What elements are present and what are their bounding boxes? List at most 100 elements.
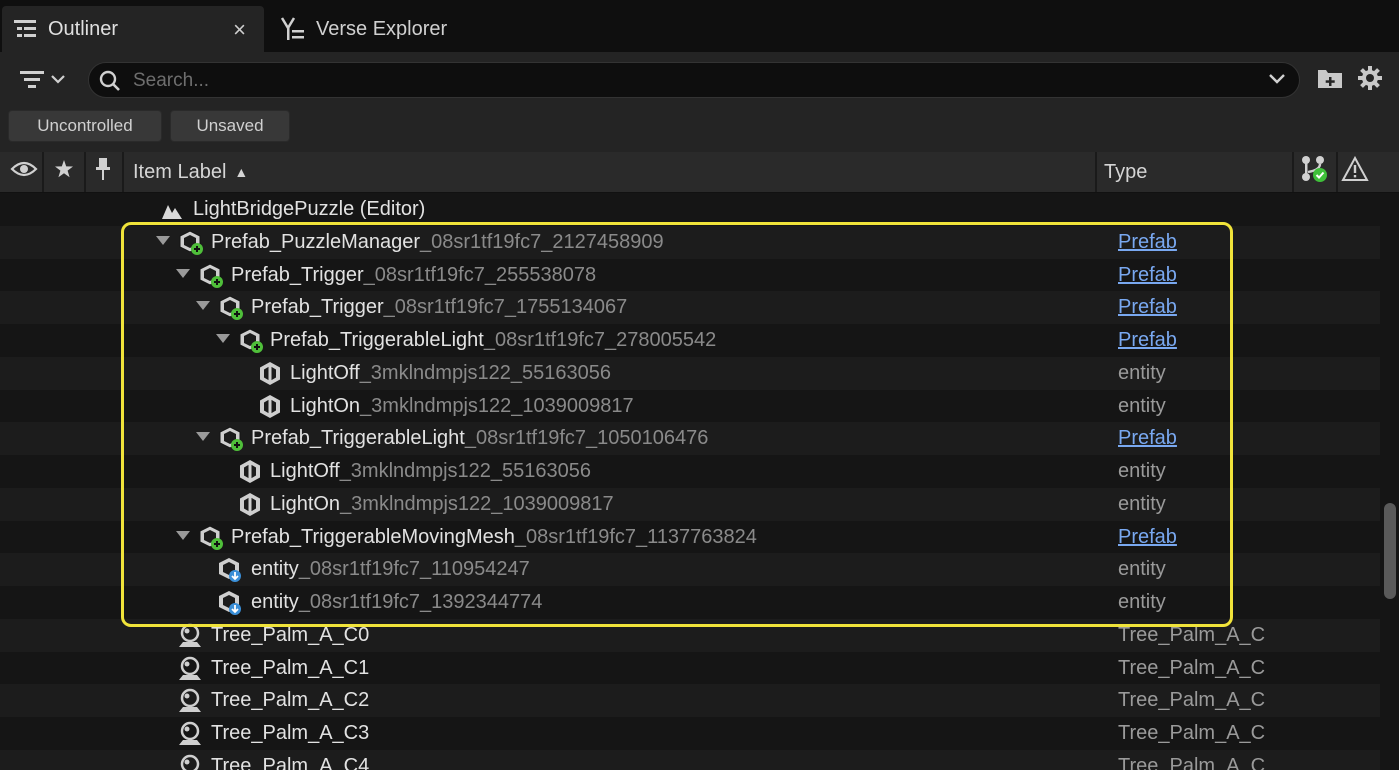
expand-arrow-icon[interactable] bbox=[216, 334, 230, 343]
pin-column[interactable] bbox=[94, 152, 112, 192]
tab-bar: Outliner × Verse Explorer bbox=[0, 0, 1399, 52]
type-text: entity bbox=[1118, 460, 1166, 482]
pin-icon bbox=[94, 157, 112, 187]
tree-row-entity[interactable]: LightOff_3mklndmpjs122_55163056 entity bbox=[0, 455, 1380, 488]
tree-row-label: Tree_Palm_A_C4 bbox=[211, 754, 370, 770]
add-folder-button[interactable] bbox=[1316, 66, 1344, 94]
warning-icon bbox=[1341, 155, 1369, 188]
column-header: Item Label ▲ Type bbox=[0, 152, 1399, 193]
tab-outliner[interactable]: Outliner × bbox=[2, 6, 264, 52]
search-bar bbox=[88, 62, 1300, 98]
filter-chip-uncontrolled[interactable]: Uncontrolled bbox=[8, 110, 162, 142]
tree-row-label: Tree_Palm_A_C0 bbox=[211, 623, 370, 646]
type-text: entity bbox=[1118, 492, 1166, 515]
visibility-column[interactable] bbox=[10, 152, 38, 192]
gear-icon bbox=[1357, 65, 1383, 96]
level-icon bbox=[160, 197, 186, 223]
search-icon bbox=[97, 69, 123, 98]
tree-row-label: LightOff_3mklndmpjs122_55163056 bbox=[290, 361, 611, 384]
search-options-chevron-icon[interactable] bbox=[1267, 71, 1287, 92]
tree-row-prefab[interactable]: Prefab_Trigger_08sr1tf19fc7_1755134067 P… bbox=[0, 291, 1380, 324]
type-text: Tree_Palm_A_C bbox=[1118, 689, 1266, 712]
tree-row-label: Prefab_Trigger_08sr1tf19fc7_255538078 bbox=[231, 263, 597, 286]
tree-row-entity[interactable]: LightOn_3mklndmpjs122_1039009817 entity bbox=[0, 389, 1380, 423]
star-icon bbox=[54, 159, 74, 185]
tree-row-entity[interactable]: entity_08sr1tf19fc7_1392344774 entity bbox=[0, 586, 1380, 619]
expand-arrow-icon[interactable] bbox=[196, 301, 210, 311]
tree-row-prefab[interactable]: Prefab_TriggerableLight_08sr1tf19fc7_105… bbox=[0, 422, 1380, 455]
filter-chip-unsaved[interactable]: Unsaved bbox=[170, 110, 290, 142]
type-text: entity bbox=[1118, 558, 1166, 581]
expand-arrow-icon[interactable] bbox=[156, 235, 170, 245]
tree-row-level[interactable]: LightBridgePuzzle (Editor) bbox=[0, 193, 1380, 226]
actor-icon bbox=[177, 754, 203, 770]
type-link[interactable]: Prefab bbox=[1118, 521, 1177, 554]
type-link[interactable]: Prefab bbox=[1118, 226, 1177, 259]
expand-arrow-icon[interactable] bbox=[176, 530, 190, 540]
type-link[interactable]: Prefab bbox=[1118, 324, 1177, 357]
settings-button[interactable] bbox=[1356, 65, 1384, 96]
tab-verse-explorer[interactable]: Verse Explorer bbox=[270, 6, 510, 52]
tree-row-prefab[interactable]: Prefab_TriggerableLight_08sr1tf19fc7_278… bbox=[0, 324, 1380, 357]
tree-row-entity[interactable]: entity_08sr1tf19fc7_110954247 entity bbox=[0, 553, 1380, 586]
tree-row-label: Tree_Palm_A_C2 bbox=[211, 689, 370, 712]
type-link[interactable]: Prefab bbox=[1118, 422, 1177, 455]
source-control-icon bbox=[1300, 155, 1328, 189]
tree-row-label: Prefab_Trigger_08sr1tf19fc7_1755134067 bbox=[251, 296, 628, 319]
tree-row-prefab[interactable]: Prefab_Trigger_08sr1tf19fc7_255538078 Pr… bbox=[0, 258, 1380, 292]
tree-row-label: Prefab_PuzzleManager_08sr1tf19fc7_212745… bbox=[211, 230, 664, 253]
search-input[interactable] bbox=[131, 67, 1235, 95]
tree-row-actor[interactable]: Tree_Palm_A_C3 Tree_Palm_A_C bbox=[0, 717, 1380, 750]
type-text: entity bbox=[1118, 394, 1166, 417]
tree-row-actor[interactable]: Tree_Palm_A_C0 Tree_Palm_A_C bbox=[0, 618, 1380, 652]
outliner-toolbar: Uncontrolled Unsaved bbox=[0, 52, 1399, 152]
type-header-text: Type bbox=[1104, 160, 1148, 183]
warnings-column[interactable] bbox=[1341, 152, 1369, 192]
actor-icon bbox=[177, 656, 203, 682]
type-text: Tree_Palm_A_C bbox=[1118, 623, 1266, 646]
tree-row-label: LightOff_3mklndmpjs122_55163056 bbox=[270, 460, 591, 482]
favorite-column[interactable] bbox=[54, 152, 74, 192]
actor-icon bbox=[177, 688, 203, 714]
type-column-header[interactable]: Type bbox=[1104, 152, 1147, 192]
scrollbar-thumb[interactable] bbox=[1384, 503, 1396, 599]
source-control-column[interactable] bbox=[1300, 152, 1328, 192]
type-text: Tree_Palm_A_C bbox=[1118, 754, 1266, 770]
type-text: Tree_Palm_A_C bbox=[1118, 722, 1266, 744]
tree-row-entity[interactable]: LightOn_3mklndmpjs122_1039009817 entity bbox=[0, 487, 1380, 521]
tree-row-label: LightBridgePuzzle (Editor) bbox=[193, 198, 426, 220]
actor-icon bbox=[177, 623, 203, 649]
vertical-scrollbar[interactable] bbox=[1381, 193, 1399, 770]
verse-explorer-icon bbox=[280, 16, 306, 42]
tree-row-actor[interactable]: Tree_Palm_A_C2 Tree_Palm_A_C bbox=[0, 684, 1380, 717]
tree-row-label: entity_08sr1tf19fc7_110954247 bbox=[251, 558, 530, 581]
tree-row-actor[interactable]: Tree_Palm_A_C4 Tree_Palm_A_C bbox=[0, 749, 1380, 770]
sort-ascending-icon: ▲ bbox=[234, 164, 249, 180]
tree-row-prefab[interactable]: Prefab_PuzzleManager_08sr1tf19fc7_212745… bbox=[0, 225, 1380, 259]
close-icon[interactable]: × bbox=[233, 17, 246, 43]
type-link[interactable]: Prefab bbox=[1118, 259, 1177, 292]
filter-icon bbox=[18, 68, 46, 95]
mesh-entity-icon bbox=[217, 557, 243, 583]
expand-arrow-icon[interactable] bbox=[196, 432, 210, 442]
tree-row-label: Tree_Palm_A_C3 bbox=[211, 722, 370, 744]
tree-row-prefab[interactable]: Prefab_TriggerableMovingMesh_08sr1tf19fc… bbox=[0, 520, 1380, 554]
tree-row-label: Prefab_TriggerableMovingMesh_08sr1tf19fc… bbox=[231, 525, 757, 548]
item-label-column-header[interactable]: Item Label ▲ bbox=[133, 152, 248, 192]
prefab-icon bbox=[198, 524, 224, 551]
type-link[interactable]: Prefab bbox=[1118, 291, 1177, 324]
tree-row-actor[interactable]: Tree_Palm_A_C1 Tree_Palm_A_C bbox=[0, 651, 1380, 685]
mesh-entity-icon bbox=[217, 590, 243, 616]
filter-button[interactable] bbox=[18, 66, 78, 96]
tab-verse-explorer-label: Verse Explorer bbox=[316, 17, 448, 40]
tree-row-label: entity_08sr1tf19fc7_1392344774 bbox=[251, 591, 543, 613]
tab-outliner-label: Outliner bbox=[48, 17, 119, 40]
tree-row-entity[interactable]: LightOff_3mklndmpjs122_55163056 entity bbox=[0, 356, 1380, 390]
tree-row-label: LightOn_3mklndmpjs122_1039009817 bbox=[270, 492, 614, 515]
expand-arrow-icon[interactable] bbox=[176, 268, 190, 278]
type-text: Tree_Palm_A_C bbox=[1118, 656, 1266, 679]
tree-row-label: LightOn_3mklndmpjs122_1039009817 bbox=[290, 394, 634, 417]
entity-icon bbox=[237, 492, 263, 518]
entity-icon bbox=[257, 361, 283, 387]
prefab-icon bbox=[238, 328, 264, 354]
